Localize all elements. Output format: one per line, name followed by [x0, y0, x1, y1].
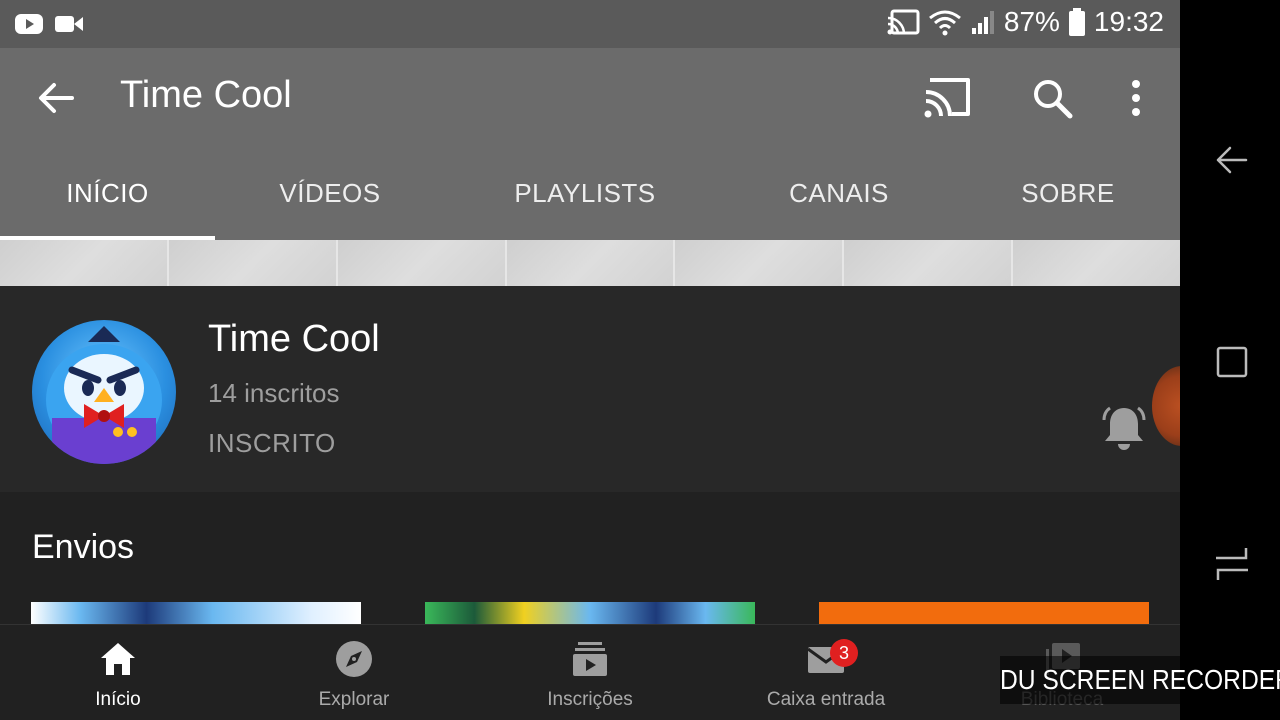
channel-banner [0, 240, 1180, 286]
system-recents-icon[interactable] [1212, 544, 1252, 584]
channel-name: Time Cool [208, 318, 380, 360]
home-icon [101, 643, 135, 675]
tab-playlists[interactable]: PLAYLISTS [480, 146, 690, 240]
nav-label: Caixa entrada [766, 689, 886, 710]
status-bar: 87% 19:32 [0, 0, 1180, 48]
nav-label: Inscrições [547, 689, 633, 710]
subscribed-button[interactable]: INSCRITO [208, 428, 336, 459]
screen-recorder-watermark: DU SCREEN RECORDER [1000, 656, 1280, 704]
youtube-notification-icon [15, 14, 43, 34]
video-thumbnail[interactable] [425, 602, 755, 624]
nav-label: Explorar [318, 689, 390, 710]
nav-item-inicio[interactable]: Início [0, 625, 236, 720]
tab-videos[interactable]: VÍDEOS [230, 146, 430, 240]
system-navigation-bar [1180, 0, 1280, 720]
subscriptions-icon [573, 642, 607, 676]
status-indicators: 87% 19:32 [886, 6, 1164, 38]
penguin-avatar-image [46, 326, 162, 464]
system-home-icon[interactable] [1212, 342, 1252, 382]
clock: 19:32 [1093, 6, 1164, 37]
page-title: Time Cool [120, 74, 292, 116]
notification-icons [14, 12, 84, 36]
notification-bell-icon[interactable] [1100, 404, 1148, 452]
floating-recorder-button[interactable] [1152, 366, 1180, 446]
section-title-uploads: Envios [32, 528, 135, 566]
system-back-icon[interactable] [1212, 140, 1252, 180]
cast-status-icon [887, 9, 920, 35]
tab-inicio[interactable]: INÍCIO [0, 146, 215, 240]
video-thumbnail[interactable] [31, 602, 361, 624]
channel-tabs: INÍCIO VÍDEOS PLAYLISTS CANAIS SOBRE [0, 146, 1180, 240]
signal-icon [971, 11, 994, 34]
cast-icon[interactable] [922, 74, 974, 120]
battery-icon [1068, 8, 1085, 36]
wifi-icon [928, 10, 961, 36]
channel-avatar [32, 320, 176, 464]
tab-sobre[interactable]: SOBRE [980, 146, 1156, 240]
channel-header: Time Cool 14 inscritos INSCRITO [0, 286, 1180, 492]
search-icon[interactable] [1030, 76, 1074, 120]
back-arrow-icon[interactable] [34, 76, 78, 120]
more-options-icon[interactable] [1120, 76, 1152, 120]
nav-item-inscricoes[interactable]: Inscrições [472, 625, 708, 720]
notification-badge: 3 [830, 639, 858, 667]
tab-canais[interactable]: CANAIS [740, 146, 938, 240]
nav-item-caixa-entrada[interactable]: 3 Caixa entrada [708, 625, 944, 720]
nav-label: Início [95, 689, 141, 710]
youtube-app-screen: 87% 19:32 Time Cool INÍCIO VÍDEOS PLAYLI… [0, 0, 1180, 720]
subscriber-count: 14 inscritos [208, 378, 340, 408]
battery-percentage: 87% [1003, 6, 1060, 37]
compass-icon [336, 641, 372, 677]
video-camera-icon [55, 16, 83, 32]
nav-item-explorar[interactable]: Explorar [236, 625, 472, 720]
video-thumbnail[interactable] [819, 602, 1149, 624]
app-bar: Time Cool [0, 48, 1180, 146]
